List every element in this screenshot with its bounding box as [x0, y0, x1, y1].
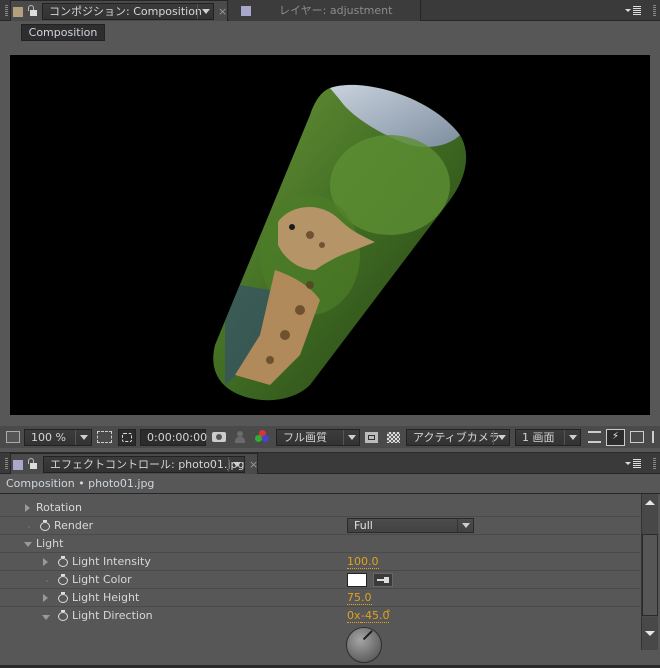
camera-view-value: アクティブカメラ	[413, 431, 500, 444]
camera-view-dropdown[interactable]: アクティブカメラ	[406, 429, 510, 446]
resolution-dropdown[interactable]: フル画質	[276, 429, 360, 446]
arrow-up-icon	[645, 500, 655, 505]
scroll-down-button[interactable]	[642, 617, 658, 650]
panel-grip-icon[interactable]	[5, 5, 8, 17]
region-of-interest-icon[interactable]	[118, 429, 136, 446]
chevron-down-icon	[197, 4, 213, 19]
fast-preview-icon[interactable]: ⚡	[606, 429, 625, 446]
chevron-down-icon	[228, 457, 244, 472]
light-height-value[interactable]: 75.0	[347, 592, 372, 605]
layer-tab-label: レイヤー: adjustment	[279, 4, 393, 17]
composition-tab-bar: コンポジション: Composition × レイヤー: adjustment	[0, 0, 660, 21]
property-label: Light Intensity	[72, 555, 151, 568]
label-color-swatch	[13, 7, 23, 17]
twirl-collapsed-icon[interactable]	[25, 504, 30, 512]
arrow-down-icon	[645, 631, 655, 636]
scroll-up-button[interactable]	[642, 494, 658, 534]
effect-controls-breadcrumb: Composition • photo01.jpg	[6, 477, 155, 490]
tab-layer[interactable]: レイヤー: adjustment	[229, 0, 421, 21]
stopwatch-icon[interactable]	[58, 610, 68, 621]
property-row-rotation[interactable]: Rotation	[0, 499, 640, 517]
property-row-light-intensity[interactable]: Light Intensity 100.0	[0, 553, 640, 571]
panel-grip-icon[interactable]	[653, 5, 656, 17]
dial-needle	[362, 630, 373, 641]
cylinder-image	[213, 84, 467, 401]
chevron-down-icon	[75, 430, 91, 445]
tab-effect-controls[interactable]: エフェクトコントロール: photo01.jpg ×	[10, 453, 258, 474]
property-row-light-height[interactable]: Light Height 75.0	[0, 589, 640, 607]
resolution-grid-icon[interactable]	[97, 431, 112, 443]
resolution-value: フル画質	[283, 431, 327, 444]
angle-dial[interactable]	[346, 627, 382, 663]
tab-composition[interactable]: コンポジション: Composition ×	[10, 0, 228, 21]
stopwatch-icon[interactable]	[58, 556, 68, 567]
timecode-field[interactable]: 0:00:00:00	[140, 429, 208, 446]
property-row-light-color[interactable]: Light Color	[0, 571, 640, 589]
composition-selector-dropdown[interactable]: コンポジション: Composition	[42, 3, 214, 20]
twirl-collapsed-icon[interactable]	[43, 594, 48, 602]
stopwatch-icon[interactable]	[40, 520, 50, 531]
label-color-swatch	[241, 6, 251, 16]
toggle-pixel-aspect-icon[interactable]	[588, 431, 601, 443]
property-row-render[interactable]: Render	[0, 517, 640, 535]
close-icon[interactable]: ×	[249, 458, 258, 471]
person-icon[interactable]	[235, 431, 245, 443]
chevron-down-icon	[343, 430, 359, 445]
lock-icon[interactable]	[27, 5, 37, 17]
light-color-swatch[interactable]	[347, 573, 367, 587]
property-row-light[interactable]: Light	[0, 535, 640, 553]
property-label: Render	[54, 519, 94, 532]
panel-grip-icon[interactable]	[5, 458, 8, 470]
twirl-collapsed-icon[interactable]	[43, 558, 48, 566]
scroll-thumb[interactable]	[642, 534, 658, 616]
property-label: Rotation	[36, 501, 83, 514]
region-toggle-icon[interactable]	[365, 432, 378, 443]
stopwatch-icon[interactable]	[58, 592, 68, 603]
property-label: Light Direction	[72, 609, 153, 622]
view-layout-value: 1 画面	[522, 431, 555, 444]
stopwatch-icon[interactable]	[58, 574, 68, 585]
flowchart-icon[interactable]	[652, 431, 660, 443]
property-row-light-direction[interactable]: Light Direction 0x -45.0 °	[0, 607, 640, 663]
twirl-expanded-icon[interactable]	[24, 542, 32, 547]
composition-breadcrumb-button[interactable]: Composition	[21, 24, 105, 41]
degree-symbol: °	[386, 609, 391, 619]
label-color-swatch	[13, 460, 23, 470]
effect-controls-tab-bar: エフェクトコントロール: photo01.jpg ×	[0, 453, 660, 474]
light-direction-revolutions[interactable]: 0x	[347, 610, 361, 623]
property-label: Light Height	[72, 591, 140, 604]
close-icon[interactable]: ×	[218, 5, 227, 18]
chevron-down-icon	[493, 430, 509, 445]
chevron-down-icon	[564, 430, 580, 445]
light-intensity-value[interactable]: 100.0	[347, 556, 379, 569]
timecode-value: 0:00:00:00	[147, 431, 208, 444]
magnification-dropdown[interactable]: 100 %	[24, 429, 92, 446]
chevron-down-icon	[457, 519, 473, 532]
always-preview-icon[interactable]	[6, 431, 20, 443]
camera-snapshot-icon[interactable]	[212, 432, 226, 442]
rgb-channels-icon[interactable]	[255, 430, 271, 444]
timeline-icon[interactable]	[630, 431, 644, 443]
panel-menu-icon[interactable]	[625, 459, 641, 469]
bullet-dot	[28, 526, 30, 528]
divider	[0, 493, 660, 494]
panel-menu-icon[interactable]	[625, 6, 641, 16]
composition-viewer[interactable]	[10, 55, 650, 415]
bullet-dot	[46, 580, 48, 582]
panel-grip-icon[interactable]	[653, 458, 656, 470]
property-label: Light	[36, 537, 64, 550]
eyedropper-icon[interactable]	[373, 573, 393, 587]
twirl-expanded-icon[interactable]	[42, 615, 50, 620]
view-layout-dropdown[interactable]: 1 画面	[515, 429, 581, 446]
property-label: Light Color	[72, 573, 132, 586]
checkerboard-icon[interactable]	[387, 432, 400, 443]
composition-tab-label: コンポジション: Composition	[49, 5, 202, 18]
lock-icon[interactable]	[27, 458, 37, 470]
render-dropdown[interactable]: Full	[347, 518, 474, 533]
render-value: Full	[354, 519, 373, 532]
effect-controls-scrollbar[interactable]	[641, 494, 658, 650]
layer-selector-dropdown[interactable]: エフェクトコントロール: photo01.jpg	[43, 456, 245, 473]
magnification-value: 100 %	[31, 431, 66, 444]
effect-controls-tab-label: エフェクトコントロール: photo01.jpg	[50, 458, 245, 471]
